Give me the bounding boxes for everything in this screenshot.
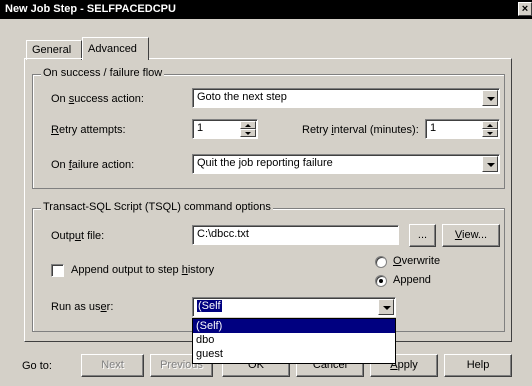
chevron-down-icon[interactable] [378,299,394,315]
spin-down-icon[interactable] [482,129,498,137]
append-history-checkbox[interactable] [51,264,64,277]
retry-attempts-value: 1 [197,122,204,134]
next-button[interactable]: Next [81,354,144,377]
retry-interval-label: Retry interval (minutes): [302,124,419,136]
tab-advanced[interactable]: Advanced [82,37,149,60]
retry-attempts-label: Retry attempts: [51,124,126,136]
view-button[interactable]: View... [442,224,500,247]
success-action-value: Goto the next step [197,91,287,103]
browse-button[interactable]: ... [409,224,436,247]
dropdown-option[interactable]: dbo [193,333,395,347]
tsql-group-legend: Transact-SQL Script (TSQL) command optio… [41,201,273,213]
chevron-down-icon[interactable] [482,156,498,172]
run-as-user-label: Run as user: [51,301,114,313]
append-history-label[interactable]: Append output to step history [71,264,214,276]
retry-interval-spinner[interactable] [482,121,498,137]
title-bar: New Job Step - SELFPACEDCPU × [0,0,532,19]
success-action-label: On success action: [51,93,144,105]
failure-action-value: Quit the job reporting failure [197,157,333,169]
flow-group-legend: On success / failure flow [41,67,165,79]
dropdown-option[interactable]: guest [193,347,395,361]
chevron-down-icon[interactable] [482,90,498,106]
goto-label: Go to: [22,360,52,372]
failure-action-label: On failure action: [51,159,135,171]
overwrite-radio[interactable] [375,256,387,268]
tab-general[interactable]: General [26,40,82,60]
retry-attempts-spinner[interactable] [240,121,256,137]
success-action-combo[interactable]: Goto the next step [192,88,500,108]
output-file-value: C:\dbcc.txt [197,228,249,240]
job-step-dialog: New Job Step - SELFPACEDCPU × General Ad… [0,0,532,386]
run-as-user-value: (Self [197,300,222,312]
spin-down-icon[interactable] [240,129,256,137]
retry-interval-input[interactable]: 1 [425,119,500,139]
spin-up-icon[interactable] [240,121,256,129]
window-title: New Job Step - SELFPACEDCPU [5,3,176,15]
run-as-user-combo[interactable]: (Self [192,297,396,317]
failure-action-combo[interactable]: Quit the job reporting failure [192,154,500,174]
spin-up-icon[interactable] [482,121,498,129]
dropdown-option[interactable]: (Self) [193,319,395,333]
retry-attempts-input[interactable]: 1 [192,119,258,139]
append-label[interactable]: Append [393,274,431,286]
append-radio[interactable] [375,275,387,287]
output-file-input[interactable]: C:\dbcc.txt [192,225,399,245]
output-file-label: Output file: [51,230,105,242]
retry-interval-value: 1 [430,122,437,134]
run-as-user-dropdown-list[interactable]: (Self) dbo guest [192,318,396,364]
help-button[interactable]: Help [444,354,512,377]
close-icon[interactable]: × [518,2,532,16]
overwrite-label[interactable]: Overwrite [393,255,440,267]
